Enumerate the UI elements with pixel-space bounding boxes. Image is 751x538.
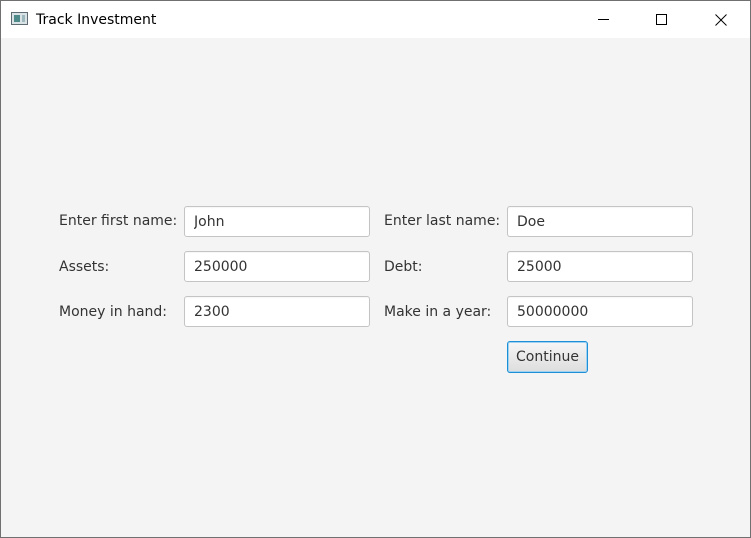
make-in-year-input[interactable] [507,296,693,327]
minimize-button[interactable] [581,1,627,38]
money-in-hand-label: Money in hand: [59,304,168,320]
last-name-label: Enter last name: [384,213,501,229]
assets-label: Assets: [59,259,110,275]
minimize-icon [598,19,609,20]
title-bar[interactable]: Track Investment [1,1,750,38]
maximize-icon [656,14,667,25]
maximize-button[interactable] [639,1,685,38]
close-button[interactable] [698,1,744,38]
first-name-label: Enter first name: [59,213,178,229]
app-icon [11,12,28,25]
continue-button[interactable]: Continue [507,341,588,373]
debt-label: Debt: [384,259,423,275]
app-window: Track Investment Enter first name: Enter… [0,0,751,538]
make-in-year-label: Make in a year: [384,304,492,320]
last-name-input[interactable] [507,206,693,237]
close-icon [715,14,727,26]
debt-input[interactable] [507,251,693,282]
first-name-input[interactable] [184,206,370,237]
window-title: Track Investment [36,12,157,28]
money-in-hand-input[interactable] [184,296,370,327]
assets-input[interactable] [184,251,370,282]
